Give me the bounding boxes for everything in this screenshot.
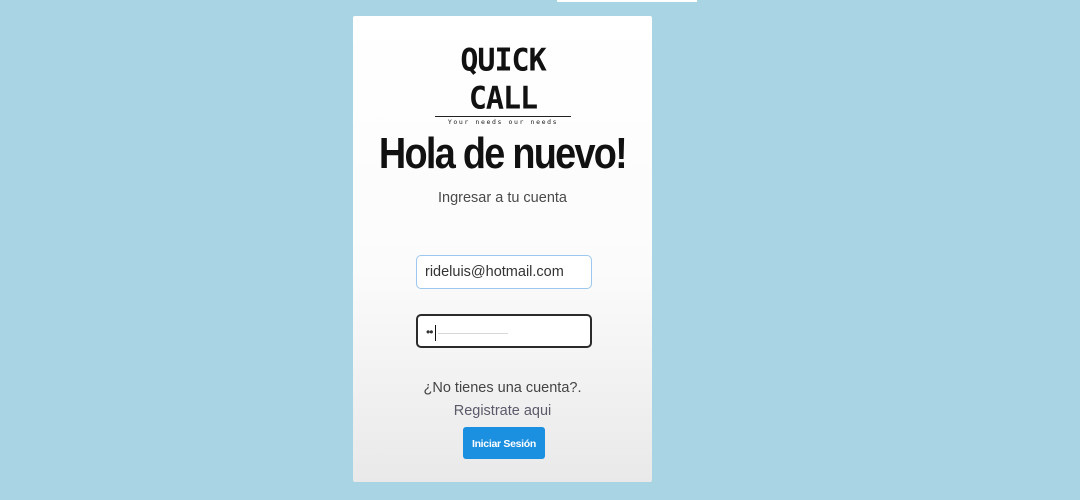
- password-field[interactable]: ••: [416, 314, 592, 348]
- login-card: QUICK CALL Your needs our needs Hola de …: [353, 16, 652, 482]
- password-value: ••: [426, 325, 433, 339]
- page-subtitle: Ingresar a tu cuenta: [438, 190, 567, 206]
- email-value: rideluis@hotmail.com: [425, 264, 564, 280]
- brand-logo: QUICK CALL Your needs our needs: [433, 42, 573, 126]
- register-link[interactable]: Registrate aqui: [353, 403, 652, 419]
- page-title: Hola de nuevo!: [378, 129, 628, 178]
- email-field[interactable]: rideluis@hotmail.com: [416, 255, 592, 289]
- top-strip: [557, 0, 697, 2]
- login-button[interactable]: Iniciar Sesión: [463, 427, 545, 459]
- password-underline: [438, 333, 508, 334]
- no-account-text: ¿No tienes una cuenta?.: [423, 380, 582, 396]
- logo-text: QUICK CALL: [460, 42, 546, 117]
- text-caret: [435, 324, 437, 341]
